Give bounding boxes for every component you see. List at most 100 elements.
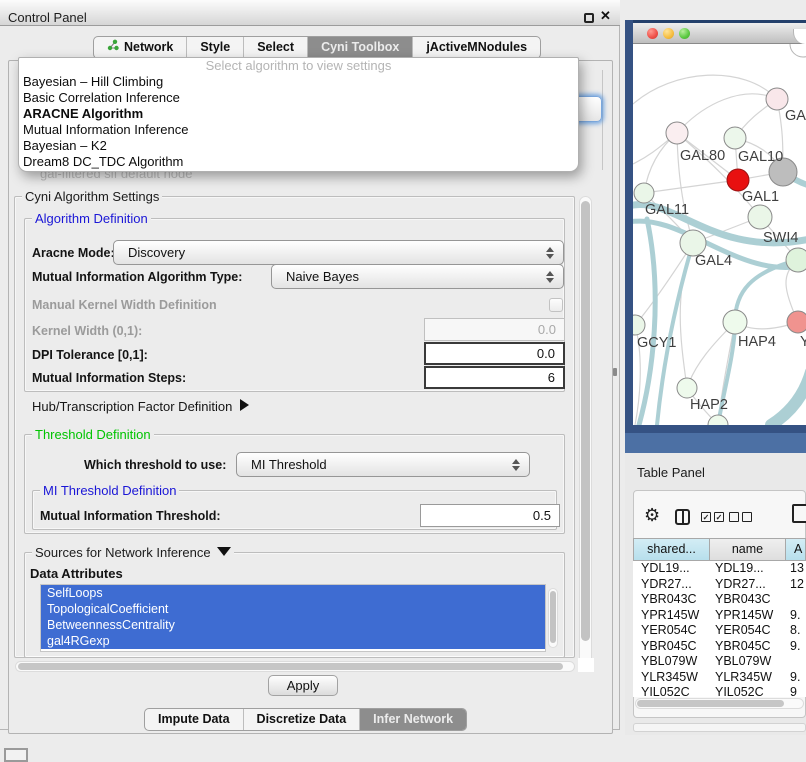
network-window-shadow (625, 433, 806, 453)
mi-threshold-label: Mutual Information Threshold: (40, 509, 221, 523)
mi-type-combobox[interactable]: Naive Bayes (271, 264, 564, 289)
svg-text:HAP2: HAP2 (690, 397, 728, 413)
svg-text:GAL: GAL (785, 108, 806, 124)
column-header-shared-name[interactable]: shared... (633, 538, 710, 561)
svg-text:GAL11: GAL11 (645, 202, 689, 218)
network-window-border (625, 425, 806, 433)
data-attributes-label: Data Attributes (30, 566, 123, 581)
table-row[interactable]: YIL052CYIL052C9 (633, 685, 806, 697)
list-item[interactable]: TopologicalCoefficient (41, 601, 545, 617)
new-table-icon[interactable] (792, 504, 806, 523)
kernel-width-field[interactable]: 0.0 (424, 318, 565, 341)
aracne-mode-label: Aracne Mode: (32, 246, 115, 260)
tab-select[interactable]: Select (243, 37, 307, 58)
aracne-mode-combobox[interactable]: Discovery (113, 240, 564, 265)
mi-threshold-field[interactable]: 0.5 (420, 504, 560, 527)
dropdown-item[interactable]: Bayesian – Hill Climbing (19, 74, 578, 90)
select-all-checkboxes-icon[interactable]: ✓✓ (701, 512, 724, 522)
table-row[interactable]: YPR145WYPR145W9. (633, 608, 806, 624)
table-panel-title: Table Panel (637, 465, 705, 480)
control-panel-tabbar: Network Style Select Cyni Toolbox jActiv… (93, 36, 541, 59)
svg-text:GAL80: GAL80 (680, 148, 725, 164)
list-item[interactable]: gal4RGexp (41, 633, 545, 649)
dropdown-item-aracne[interactable]: ARACNE Algorithm (19, 106, 578, 122)
table-row[interactable]: YDL19...YDL19...13 (633, 561, 806, 577)
list-item[interactable]: SelfLoops (41, 585, 545, 601)
which-threshold-combobox[interactable]: MI Threshold (236, 452, 530, 477)
dropdown-item[interactable]: Basic Correlation Inference (19, 90, 578, 106)
mi-threshold-definition-title: MI Threshold Definition (40, 483, 179, 498)
tab-impute-data[interactable]: Impute Data (145, 709, 243, 730)
dropdown-placeholder: Select algorithm to view settings (19, 58, 578, 74)
cut-off-panel-icon (4, 748, 28, 762)
panel-splitter-handle[interactable] (613, 368, 617, 376)
mi-steps-label: Mutual Information Steps: (32, 371, 186, 385)
sources-title[interactable]: Sources for Network Inference (32, 545, 234, 560)
list-vertical-scrollbar[interactable] (548, 588, 558, 648)
dpi-tolerance-label: DPI Tolerance [0,1]: (32, 348, 148, 362)
dropdown-item[interactable]: Mutual Information Inference (19, 122, 578, 138)
close-icon[interactable]: ✕ (600, 8, 611, 24)
settings-horizontal-scrollbar[interactable] (15, 661, 575, 672)
column-header-name[interactable]: name (710, 538, 786, 561)
kernel-width-label: Kernel Width (0,1): (32, 324, 142, 338)
table-row[interactable]: YDR27...YDR27...12 (633, 577, 806, 593)
dropdown-item[interactable]: Bayesian – K2 (19, 138, 578, 154)
node-labels: GAL GAL80 GAL10 GAL1 GAL11 SWI4 GAL4 GCY… (637, 108, 806, 413)
tab-jactivemnodules[interactable]: jActiveMNodules (412, 37, 540, 58)
table-row[interactable]: YER054CYER054C8. (633, 623, 806, 639)
tab-cyni-toolbox[interactable]: Cyni Toolbox (307, 37, 412, 58)
mi-steps-field[interactable]: 6 (424, 366, 565, 389)
svg-text:GAL10: GAL10 (738, 149, 783, 165)
which-threshold-label: Which threshold to use: (84, 458, 226, 472)
minimize-traffic-light-icon[interactable] (663, 28, 674, 39)
svg-text:GCY1: GCY1 (637, 335, 677, 351)
tab-style[interactable]: Style (186, 37, 243, 58)
manual-kernel-label: Manual Kernel Width Definition (32, 298, 217, 312)
svg-text:SWI4: SWI4 (763, 230, 798, 246)
list-item[interactable]: BetweennessCentrality (41, 617, 545, 633)
gear-icon[interactable]: ⚙ (644, 505, 660, 526)
float-window-icon[interactable] (584, 13, 594, 23)
data-attributes-list: SelfLoops TopologicalCoefficient Between… (40, 584, 546, 652)
spinner-arrows-icon (545, 270, 554, 284)
settings-group-title: Cyni Algorithm Settings (22, 189, 162, 204)
apply-button[interactable]: Apply (268, 675, 338, 696)
expanded-arrow-icon (217, 547, 231, 556)
table-horizontal-scrollbar[interactable] (635, 698, 804, 709)
network-window-border (625, 20, 633, 433)
column-header-partial[interactable]: A (786, 538, 806, 561)
manual-kernel-checkbox[interactable] (549, 298, 563, 312)
table-row[interactable]: YBL079WYBL079W (633, 654, 806, 670)
table-row[interactable]: YBR045CYBR045C9. (633, 639, 806, 655)
network-edges (633, 75, 798, 425)
hidden-groupbox-edge (602, 70, 603, 170)
show-columns-icon[interactable] (675, 509, 690, 525)
tab-discretize-data[interactable]: Discretize Data (243, 709, 360, 730)
network-canvas[interactable]: GAL GAL80 GAL10 GAL1 GAL11 SWI4 GAL4 GCY… (633, 44, 806, 425)
tab-infer-network[interactable]: Infer Network (359, 709, 466, 730)
svg-text:GAL1: GAL1 (742, 189, 779, 205)
svg-text:Y: Y (800, 334, 806, 350)
close-traffic-light-icon[interactable] (647, 28, 658, 39)
settings-vertical-scrollbar[interactable] (579, 196, 592, 670)
table-body: YDL19...YDL19...13 YDR27...YDR27...12 YB… (633, 561, 806, 697)
algorithm-dropdown-popup: Select algorithm to view settings Bayesi… (18, 57, 579, 172)
scrollbar-corner (578, 658, 594, 672)
dropdown-item[interactable]: Dream8 DC_TDC Algorithm (19, 154, 578, 170)
table-row[interactable]: YBR043CYBR043C (633, 592, 806, 608)
mi-type-label: Mutual Information Algorithm Type: (32, 270, 242, 284)
zoom-traffic-light-icon[interactable] (679, 28, 690, 39)
hub-definition-expander[interactable]: Hub/Transcription Factor Definition (32, 399, 249, 414)
tab-network[interactable]: Network (94, 37, 186, 58)
spinner-arrows-icon (545, 246, 554, 260)
table-panel-bottom-bar (633, 723, 806, 732)
table-header-row: shared... name A (633, 538, 806, 561)
table-row[interactable]: YLR345WYLR345W9. (633, 670, 806, 686)
spinner-arrows-icon (511, 458, 520, 472)
dpi-tolerance-field[interactable]: 0.0 (424, 342, 565, 365)
network-window-titlebar (633, 23, 806, 44)
control-panel-titlebar (0, 0, 620, 26)
svg-text:GAL4: GAL4 (695, 253, 732, 269)
deselect-all-checkboxes-icon[interactable] (729, 512, 752, 522)
